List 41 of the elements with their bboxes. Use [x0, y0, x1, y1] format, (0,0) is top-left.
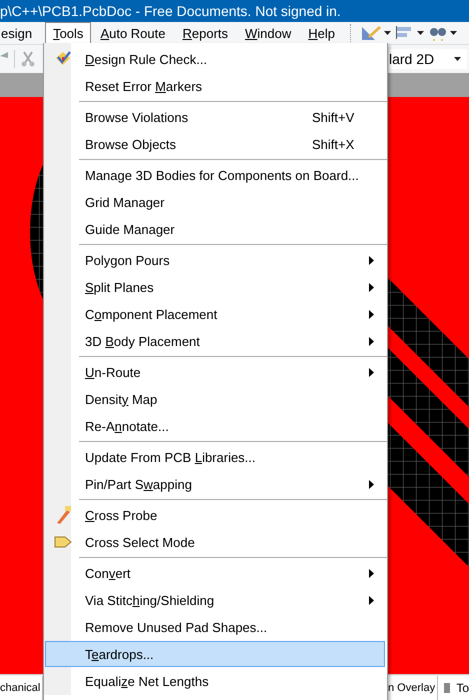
tag-icon	[54, 535, 72, 549]
menu-item[interactable]: Cross Select Mode	[45, 529, 385, 555]
menu-item[interactable]: Equalize Net Lengths	[45, 668, 385, 694]
menu-item[interactable]: Guide Manager	[45, 216, 385, 242]
menu-item[interactable]: Grid Manager	[45, 189, 385, 215]
menu-item[interactable]: Component Placement	[45, 301, 385, 327]
menu-item[interactable]: Browse Objects Shift+X	[45, 131, 385, 157]
menu-item[interactable]: Design Rule Check...	[45, 46, 385, 72]
menu-item[interactable]: Update From PCB Libraries...	[45, 444, 385, 470]
menu-item[interactable]: Manage 3D Bodies for Components on Board...	[45, 162, 385, 188]
layer-tab[interactable]: chanical	[0, 676, 44, 700]
menu-item[interactable]: Via Stitching/Shielding	[45, 587, 385, 613]
menu-item[interactable]: Density Map	[45, 386, 385, 412]
menu-bar-item[interactable]: Window	[237, 22, 300, 44]
menu-item[interactable]: Pin/Part Swapping	[45, 471, 385, 497]
menu-item[interactable]: Teardrops...	[45, 641, 385, 667]
window-title: p\C++\PCB1.PcbDoc - Free Documents. Not signed in.	[0, 3, 341, 19]
layer-tab[interactable]: n Overlay	[386, 676, 438, 700]
caret-icon[interactable]	[384, 31, 392, 35]
menu-item[interactable]: Remove Unused Pad Shapes...	[45, 614, 385, 640]
menu-bar-item[interactable]: Reports	[174, 22, 236, 44]
menu-item[interactable]: 3D Body Placement	[45, 328, 385, 354]
caret-icon	[454, 57, 461, 61]
layer-tab[interactable]: To	[438, 676, 469, 700]
menu-item[interactable]: Polygon Pours	[45, 247, 385, 273]
menu-item[interactable]: Un-Route	[45, 359, 385, 385]
view-dropdown[interactable]: lard 2D	[389, 49, 467, 69]
menu-bar-item[interactable]: Help	[300, 22, 344, 44]
menu-item[interactable]: Browse Violations Shift+V	[45, 104, 385, 130]
menu-item[interactable]: Re-Annotate...	[45, 413, 385, 439]
caret-icon[interactable]	[417, 31, 424, 35]
menu-item[interactable]: Split Planes	[45, 274, 385, 300]
menu-item[interactable]: Cross Probe	[45, 502, 385, 528]
menu-item[interactable]: Reset Error Markers	[45, 73, 385, 99]
caret-icon[interactable]	[450, 31, 458, 35]
menu-bar-item[interactable]: Auto Route	[92, 22, 174, 44]
pencil-icon	[54, 506, 70, 524]
menu-bar-item[interactable]: Tools	[45, 22, 92, 44]
menu-item[interactable]: Convert	[45, 560, 385, 586]
check-warning-icon	[54, 50, 72, 68]
menu-bar-item[interactable]: esign	[0, 22, 40, 44]
